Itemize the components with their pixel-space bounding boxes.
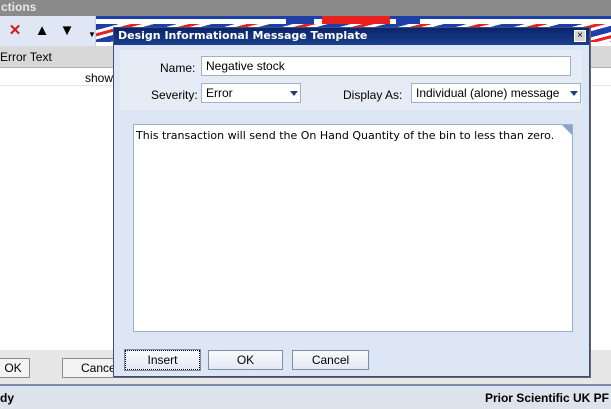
delete-icon[interactable]: ✕ [6, 22, 24, 40]
status-company: Prior Scientific UK PF [484, 391, 609, 405]
resize-corner-icon [562, 125, 572, 135]
name-label: Name: [160, 61, 196, 75]
display-as-select[interactable]: Individual (alone) message [411, 83, 581, 103]
arrow-down-icon[interactable]: ▼ [58, 22, 76, 40]
severity-select[interactable]: Error [201, 83, 301, 103]
display-as-value: Individual (alone) message [416, 86, 560, 100]
status-bar: dy Prior Scientific UK PF [0, 384, 611, 409]
message-text-area[interactable]: This transaction will send the On Hand Q… [133, 124, 573, 332]
severity-value: Error [206, 86, 233, 100]
close-icon[interactable]: × [574, 30, 586, 42]
background-window-title: ctions [0, 0, 611, 16]
background-ok-button[interactable]: OK [0, 358, 30, 378]
message-text: This transaction will send the On Hand Q… [136, 129, 555, 142]
chevron-down-icon[interactable] [570, 91, 578, 96]
design-message-template-dialog: Design Informational Message Template × … [113, 27, 590, 377]
dialog-title: Design Informational Message Template [114, 28, 589, 45]
arrow-up-icon[interactable]: ▲ [33, 22, 51, 40]
chevron-down-icon[interactable] [290, 91, 298, 96]
cancel-button[interactable]: Cancel [292, 350, 369, 370]
insert-button[interactable]: Insert [124, 349, 201, 371]
grid-cell: show [85, 71, 114, 85]
severity-label: Severity: [151, 88, 198, 102]
name-field[interactable]: Negative stock [201, 56, 571, 76]
display-as-label: Display As: [343, 88, 403, 102]
ok-button[interactable]: OK [208, 350, 283, 370]
status-text: dy [0, 391, 15, 405]
column-header-error-text[interactable]: Error Text [0, 50, 52, 64]
